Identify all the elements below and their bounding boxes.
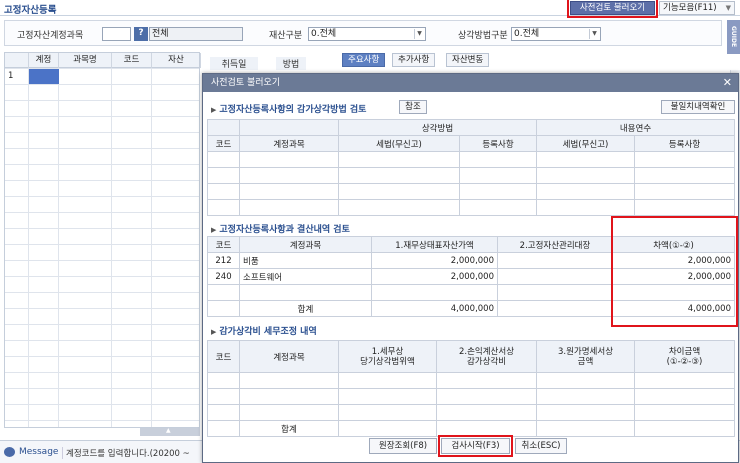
chevron-down-icon: ▼ <box>589 29 599 39</box>
horizontal-scrollbar[interactable]: ▲ <box>140 427 200 436</box>
chevron-down-icon: ▼ <box>414 29 424 39</box>
grid-header-acquired[interactable]: 취득일 <box>210 57 258 70</box>
col-tax-method: 세법(무신고) <box>338 135 460 152</box>
col-code: 코드 <box>207 135 240 152</box>
group-header-method: 상각방법 <box>338 119 537 136</box>
message-text: 계정코드를 입력합니다.(20200 ~ <box>62 447 212 459</box>
close-icon[interactable]: ✕ <box>723 74 732 92</box>
section-title-text: 고정자산등록사항과 결산내역 검토 <box>219 225 350 235</box>
modal-header: 사전검토 불러오기 ✕ <box>203 74 738 92</box>
chevron-down-icon: ▼ <box>725 4 731 12</box>
property-type-value: 0.전체 <box>311 29 337 39</box>
property-type-label: 재산구분 <box>269 31 303 41</box>
col-tax-life: 세법(무신고) <box>536 135 635 152</box>
section-title-text: 고정자산등록사항의 감가상각방법 검토 <box>219 105 367 115</box>
message-icon <box>4 447 15 457</box>
start-check-button[interactable]: 검사시작(F3) <box>441 438 510 454</box>
account-filter-label: 고정자산계정과목 <box>17 31 84 41</box>
table-row[interactable] <box>207 167 735 184</box>
depreciation-method-label: 상각방법구분 <box>458 31 508 41</box>
grid-header-subject[interactable]: 과목명 <box>59 53 112 68</box>
total-difference: 4,000,000 <box>612 300 735 317</box>
col-code: 코드 <box>207 340 240 373</box>
ledger-lookup-button[interactable]: 원장조회(F8) <box>369 438 437 454</box>
message-label: Message <box>19 447 59 457</box>
depreciation-method-table: 상각방법 내용연수 코드 계정과목 세법(무신고) 등록사항 세법(무신고) 등… <box>207 119 735 216</box>
col-cost-statement: 3.원가명세서상 금액 <box>536 340 635 373</box>
row-number: 1 <box>8 71 14 81</box>
property-type-select[interactable]: 0.전체 ▼ <box>308 27 426 41</box>
precheck-modal: 사전검토 불러오기 ✕ ▶ 고정자산등록사항의 감가상각방법 검토 참조 불일치내… <box>202 73 739 463</box>
col-account: 계정과목 <box>239 236 372 253</box>
table-row[interactable] <box>207 404 735 421</box>
mismatch-check-button[interactable]: 불일치내역확인 <box>661 100 735 114</box>
arrow-up-icon: ▲ <box>166 427 171 434</box>
settlement-table: 코드 계정과목 1.재무상태표자산가액 2.고정자산관리대장 차액(①-②) 2… <box>207 236 735 317</box>
cancel-button[interactable]: 취소(ESC) <box>515 438 567 454</box>
col-account: 계정과목 <box>239 135 339 152</box>
account-name-field: 전체 <box>149 27 243 41</box>
col-code: 코드 <box>207 236 240 253</box>
modal-title: 사전검토 불러오기 <box>211 78 281 88</box>
table-row[interactable] <box>207 151 735 168</box>
filter-bar: 고정자산계정과목 ? 전체 재산구분 0.전체 ▼ 상각방법구분 0.전체 ▼ <box>4 20 722 46</box>
table-row[interactable] <box>207 183 735 200</box>
table-row[interactable] <box>207 388 735 405</box>
account-code-input[interactable] <box>102 27 131 41</box>
table-row[interactable] <box>207 199 735 216</box>
col-registered-life: 등록사항 <box>634 135 735 152</box>
asset-grid: 계정 과목명 코드 자산 1 <box>4 52 201 428</box>
table-row[interactable] <box>207 284 735 301</box>
tab-additional-items[interactable]: 추가사항 <box>392 53 436 67</box>
page-title: 고정자산등록 <box>4 5 57 16</box>
total-label: 합계 <box>239 420 339 437</box>
triangle-right-icon: ▶ <box>211 328 217 336</box>
table-row[interactable] <box>207 372 735 389</box>
col-diff-amount: 차이금액 (①-②-③) <box>634 340 735 373</box>
total-ledger <box>497 300 613 317</box>
title-bar: 고정자산등록 사전검토 불러오기 기능모음(F11) ▼ <box>0 0 740 18</box>
col-income-statement: 2.손익계산서상 감가상각비 <box>436 340 537 373</box>
section-settlement-title: ▶ 고정자산등록사항과 결산내역 검토 <box>211 222 350 235</box>
section-title-text: 감가상각비 세무조정 내역 <box>219 327 317 337</box>
col-difference: 차액(①-②) <box>612 236 735 253</box>
triangle-right-icon: ▶ <box>211 106 217 114</box>
grid-header-asset[interactable]: 자산 <box>152 53 201 68</box>
section-tax-adjustment-title: ▶ 감가상각비 세무조정 내역 <box>211 324 317 337</box>
tax-adjustment-table: 코드 계정과목 1.세무상 당기상각범위액 2.손익계산서상 감가상각비 3.원… <box>207 340 735 437</box>
table-row[interactable]: 240 소프트웨어 2,000,000 2,000,000 <box>207 268 735 285</box>
col-fs-value: 1.재무상태표자산가액 <box>371 236 498 253</box>
grid-header: 계정 과목명 코드 자산 <box>5 53 201 68</box>
selected-cell[interactable] <box>29 69 59 84</box>
section-depreciation-method-title: ▶ 고정자산등록사항의 감가상각방법 검토 <box>211 102 366 115</box>
depreciation-method-select[interactable]: 0.전체 ▼ <box>511 27 601 41</box>
precheck-load-button[interactable]: 사전검토 불러오기 <box>567 0 658 18</box>
col-ledger: 2.고정자산관리대장 <box>497 236 613 253</box>
grid-header-code[interactable]: 코드 <box>112 53 152 68</box>
total-row: 합계 4,000,000 4,000,000 <box>207 300 735 317</box>
total-label: 합계 <box>239 300 372 317</box>
guide-tab[interactable]: GUIDE <box>727 20 740 54</box>
grid-header-account[interactable]: 계정 <box>29 53 59 68</box>
grid-header-method[interactable]: 방법 <box>276 57 306 70</box>
total-fs-value: 4,000,000 <box>371 300 498 317</box>
col-account: 계정과목 <box>239 340 339 373</box>
tab-main-items[interactable]: 주요사항 <box>342 53 386 67</box>
functions-label: 기능모음(F11) <box>663 3 717 13</box>
functions-menu-button[interactable]: 기능모음(F11) ▼ <box>659 1 735 15</box>
triangle-right-icon: ▶ <box>211 226 217 234</box>
group-header-life: 내용연수 <box>536 119 735 136</box>
depreciation-method-value: 0.전체 <box>514 29 540 39</box>
total-row: 합계 <box>207 420 735 437</box>
col-registered-method: 등록사항 <box>459 135 537 152</box>
col-tax-limit: 1.세무상 당기상각범위액 <box>338 340 437 373</box>
table-row[interactable]: 212 비품 2,000,000 2,000,000 <box>207 252 735 269</box>
account-help-button[interactable]: ? <box>134 27 148 41</box>
tab-asset-changes[interactable]: 자산변동 <box>446 53 490 67</box>
reference-button[interactable]: 참조 <box>399 100 427 114</box>
